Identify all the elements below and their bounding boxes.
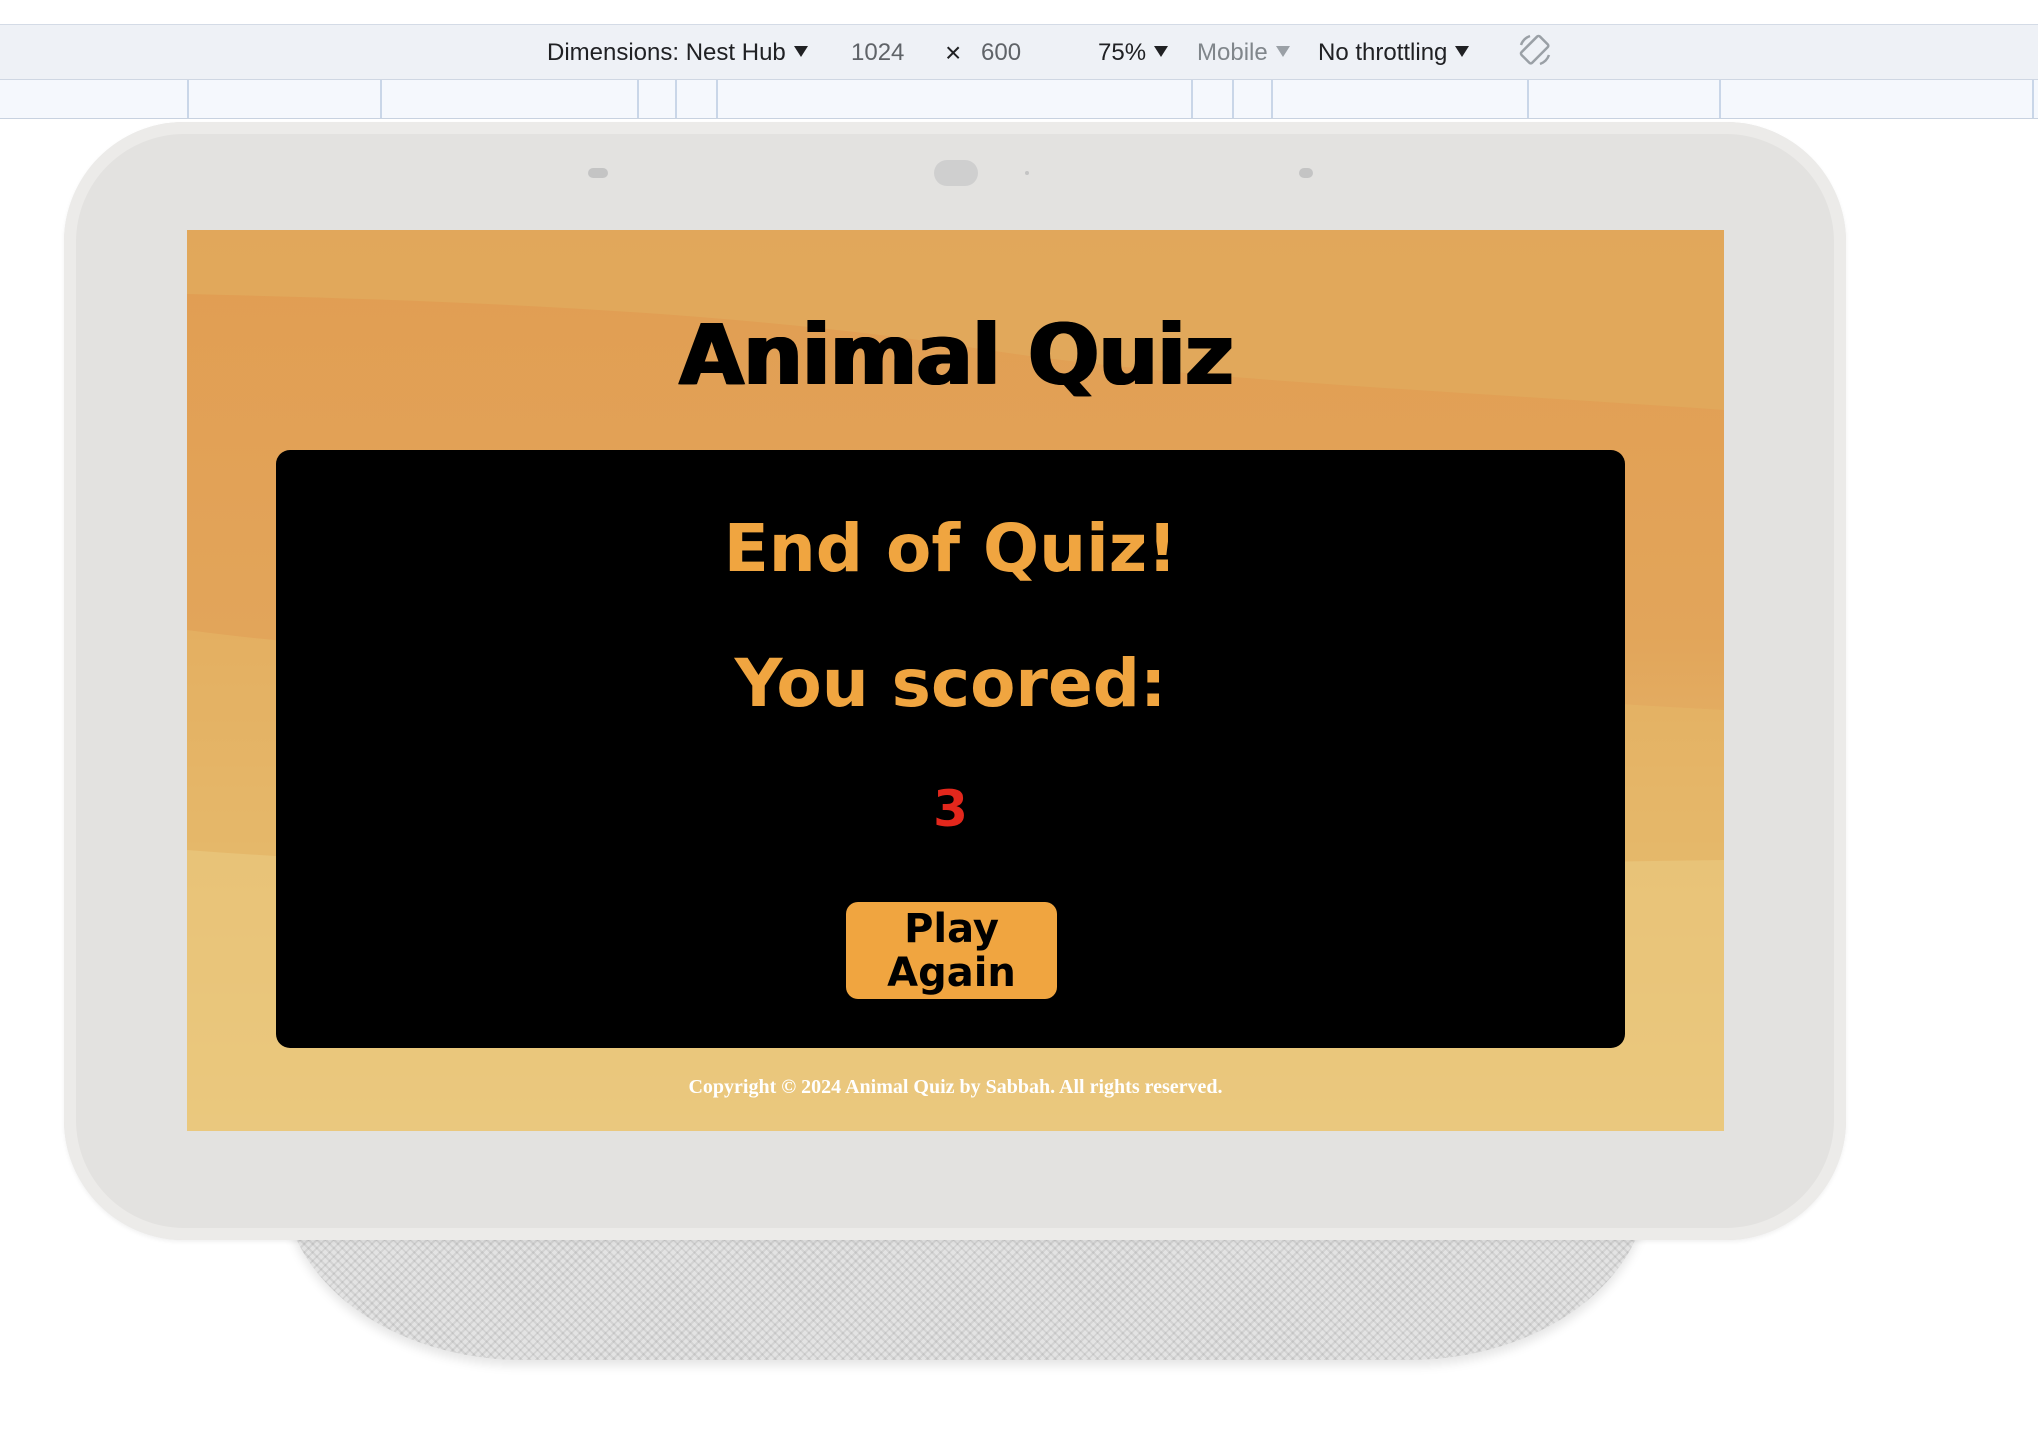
ruler-tick (380, 80, 382, 118)
end-of-quiz-heading: End of Quiz! (723, 510, 1178, 587)
throttling-dropdown[interactable]: No throttling (1318, 38, 1470, 68)
width-input[interactable]: 1024 (851, 38, 904, 68)
ruler-tick (1191, 80, 1193, 118)
chevron-down-icon (1154, 46, 1169, 57)
chevron-down-icon (1275, 46, 1290, 57)
ruler-tick (1232, 80, 1234, 118)
ruler-tick (675, 80, 677, 118)
camera-icon (934, 160, 978, 186)
zoom-label: 75% (1098, 39, 1147, 66)
browser-top-strip (0, 0, 2038, 25)
media-query-ruler[interactable] (0, 80, 2038, 119)
sensor-icon (1025, 171, 1029, 175)
sensor-icon (588, 168, 608, 178)
dimensions-dropdown[interactable]: Dimensions: Nest Hub (547, 38, 808, 68)
score-value: 3 (933, 780, 968, 838)
device-toolbar: Dimensions: Nest Hub 1024 × 600 75% Mobi… (0, 25, 2038, 80)
play-again-button[interactable]: Play Again (846, 902, 1057, 999)
zoom-dropdown[interactable]: 75% (1098, 38, 1169, 68)
device-type-label: Mobile (1197, 39, 1268, 66)
score-label: You scored: (734, 645, 1167, 722)
ruler-tick (1271, 80, 1273, 118)
copyright-footer: Copyright © 2024 Animal Quiz by Sabbah. … (688, 1076, 1223, 1098)
chevron-down-icon (1455, 46, 1470, 57)
ruler-tick (187, 80, 189, 118)
height-input[interactable]: 600 (981, 38, 1021, 68)
sensor-icon (1299, 168, 1313, 178)
quiz-result-card: End of Quiz! You scored: 3 Play Again (276, 450, 1625, 1048)
app-title: Animal Quiz (678, 306, 1234, 404)
throttling-label: No throttling (1318, 39, 1448, 66)
ruler-tick (1719, 80, 1721, 118)
ruler-tick (1527, 80, 1529, 118)
ruler-tick (637, 80, 639, 118)
chevron-down-icon (793, 46, 808, 57)
device-type-dropdown[interactable]: Mobile (1197, 38, 1290, 68)
ruler-tick (2032, 80, 2034, 118)
device-screen: Animal Quiz End of Quiz! You scored: 3 P… (187, 230, 1724, 1131)
rotate-icon[interactable] (1516, 31, 1554, 69)
dimensions-label: Dimensions: Nest Hub (547, 39, 786, 66)
times-icon: × (945, 37, 962, 68)
ruler-tick (716, 80, 718, 118)
